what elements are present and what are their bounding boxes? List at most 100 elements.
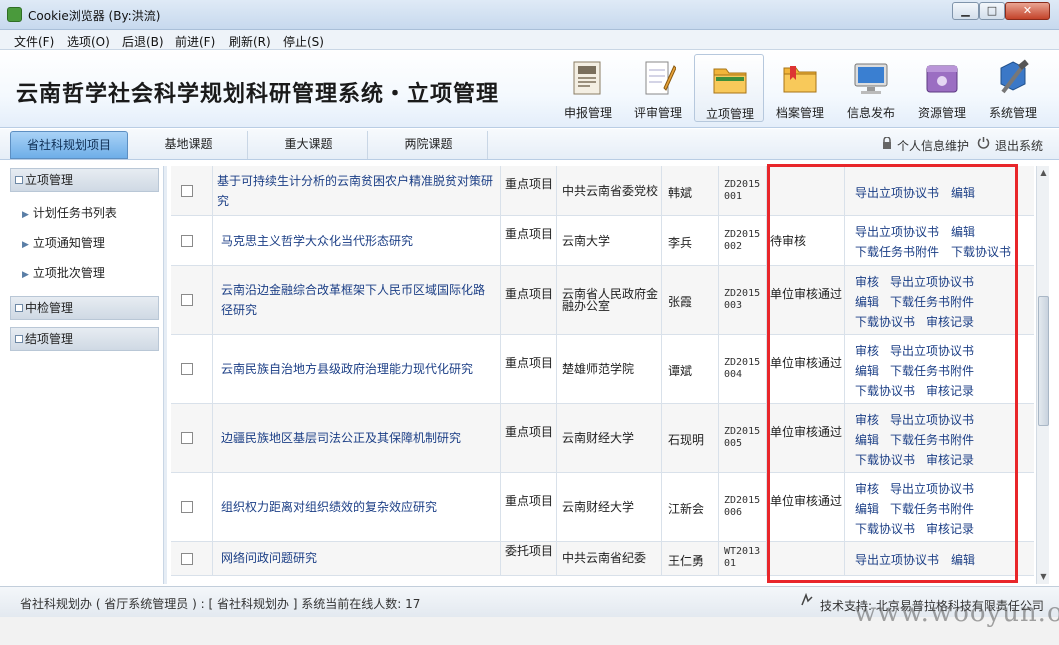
- project-title-link[interactable]: 基于可持续生计分析的云南贫困农户精准脱贫对策研究: [217, 171, 494, 211]
- download-task-attachment-link[interactable]: 下载任务书附件: [890, 500, 974, 517]
- download-agreement-link[interactable]: 下载协议书: [855, 313, 915, 330]
- menu-refresh[interactable]: 刷新(R): [229, 33, 271, 50]
- topnav-system[interactable]: 系统管理: [978, 54, 1048, 122]
- review-record-link[interactable]: 审核记录: [926, 382, 974, 399]
- menu-stop[interactable]: 停止(S): [283, 33, 324, 50]
- scroll-up-icon[interactable]: ▲: [1037, 166, 1050, 180]
- lock-icon: [883, 137, 891, 149]
- row-checkbox[interactable]: [181, 294, 193, 306]
- sidebar-group-label: 中检管理: [25, 301, 74, 315]
- edit-link[interactable]: 编辑: [855, 431, 879, 448]
- menu-back[interactable]: 后退(B): [122, 33, 164, 50]
- topnav-resource[interactable]: 资源管理: [907, 54, 977, 122]
- project-title-link[interactable]: 云南沿边金融综合改革框架下人民币区域国际化路径研究: [221, 280, 494, 320]
- notepad-pencil-icon: [645, 61, 676, 95]
- project-title-link[interactable]: 网络问政问题研究: [221, 548, 494, 568]
- sidebar-item-notice[interactable]: ▶ 立项通知管理: [22, 234, 105, 251]
- topnav-label: 评审管理: [633, 106, 682, 120]
- review-link[interactable]: 审核: [855, 480, 879, 497]
- close-button[interactable]: ✕: [1005, 2, 1050, 20]
- edit-link[interactable]: 编辑: [951, 184, 975, 201]
- menu-options[interactable]: 选项(O): [67, 33, 110, 50]
- row-checkbox[interactable]: [181, 185, 193, 197]
- topnav-apply[interactable]: 申报管理: [553, 54, 623, 122]
- row-checkbox[interactable]: [181, 501, 193, 513]
- review-record-link[interactable]: 审核记录: [926, 451, 974, 468]
- export-agreement-link[interactable]: 导出立项协议书: [855, 551, 939, 568]
- project-title-link[interactable]: 边疆民族地区基层司法公正及其保障机制研究: [221, 428, 494, 448]
- sidebar-item-task-list[interactable]: ▶ 计划任务书列表: [22, 204, 117, 221]
- expand-icon: [15, 335, 23, 343]
- project-leader: 谭斌: [668, 364, 693, 378]
- row-checkbox[interactable]: [181, 363, 193, 375]
- project-leader: 江新会: [668, 502, 705, 516]
- download-task-attachment-link[interactable]: 下载任务书附件: [890, 431, 974, 448]
- folder-icon: [713, 68, 747, 94]
- logout-link[interactable]: 退出系统: [995, 137, 1043, 154]
- project-status: 单位审核通过: [770, 425, 843, 439]
- review-link[interactable]: 审核: [855, 411, 879, 428]
- export-agreement-link[interactable]: 导出立项协议书: [855, 223, 939, 240]
- table-row: 组织权力距离对组织绩效的复杂效应研究 重点项目 云南财经大学 江新会 ZD201…: [171, 473, 1034, 542]
- menu-file[interactable]: 文件(F): [14, 33, 54, 50]
- export-agreement-link[interactable]: 导出立项协议书: [855, 184, 939, 201]
- minimize-button[interactable]: ▁: [952, 2, 979, 20]
- tools-icon: [1000, 59, 1029, 94]
- maximize-button[interactable]: □: [979, 2, 1005, 20]
- scroll-down-icon[interactable]: ▼: [1037, 570, 1050, 584]
- export-agreement-link[interactable]: 导出立项协议书: [890, 480, 974, 497]
- edit-link[interactable]: 编辑: [855, 362, 879, 379]
- tab-base-topic[interactable]: 基地课题: [130, 131, 248, 159]
- download-agreement-link[interactable]: 下载协议书: [951, 243, 1011, 260]
- edit-link[interactable]: 编辑: [951, 223, 975, 240]
- download-task-attachment-link[interactable]: 下载任务书附件: [855, 243, 939, 260]
- download-agreement-link[interactable]: 下载协议书: [855, 382, 915, 399]
- sidebar-item-batch[interactable]: ▶ 立项批次管理: [22, 264, 105, 281]
- newspaper-icon: [573, 61, 601, 95]
- project-type: 重点项目: [505, 356, 554, 370]
- download-agreement-link[interactable]: 下载协议书: [855, 520, 915, 537]
- download-task-attachment-link[interactable]: 下载任务书附件: [890, 293, 974, 310]
- topnav-publish[interactable]: 信息发布: [836, 54, 906, 122]
- row-checkbox[interactable]: [181, 432, 193, 444]
- support-icon: [801, 593, 813, 606]
- tab-major-topic[interactable]: 重大课题: [250, 131, 368, 159]
- row-checkbox[interactable]: [181, 553, 193, 565]
- edit-link[interactable]: 编辑: [855, 293, 879, 310]
- review-link[interactable]: 审核: [855, 273, 879, 290]
- topnav-review[interactable]: 评审管理: [623, 54, 693, 122]
- tab-provincial-project[interactable]: 省社科规划项目: [10, 131, 128, 159]
- profile-link[interactable]: 个人信息维护: [897, 137, 969, 154]
- project-title-link[interactable]: 马克思主义哲学大众化当代形态研究: [221, 231, 494, 251]
- project-org: 云南大学: [562, 234, 611, 248]
- project-code: ZD2015002: [724, 229, 761, 252]
- sidebar-group-project[interactable]: 立项管理: [10, 168, 159, 192]
- project-status: 单位审核通过: [770, 494, 843, 508]
- project-title-link[interactable]: 云南民族自治地方县级政府治理能力现代化研究: [221, 359, 494, 379]
- topnav-project[interactable]: 立项管理: [694, 54, 764, 122]
- project-code: ZD2015003: [724, 288, 761, 311]
- scrollbar-thumb[interactable]: [1038, 296, 1049, 426]
- project-title-link[interactable]: 组织权力距离对组织绩效的复杂效应研究: [221, 497, 494, 517]
- edit-link[interactable]: 编辑: [951, 551, 975, 568]
- review-link[interactable]: 审核: [855, 342, 879, 359]
- tab-two-academies[interactable]: 两院课题: [370, 131, 488, 159]
- export-agreement-link[interactable]: 导出立项协议书: [890, 273, 974, 290]
- export-agreement-link[interactable]: 导出立项协议书: [890, 411, 974, 428]
- review-record-link[interactable]: 审核记录: [926, 313, 974, 330]
- review-record-link[interactable]: 审核记录: [926, 520, 974, 537]
- arrow-right-icon: ▶: [22, 240, 29, 250]
- download-agreement-link[interactable]: 下载协议书: [855, 451, 915, 468]
- edit-link[interactable]: 编辑: [855, 500, 879, 517]
- menu-bar: 文件(F) 选项(O) 后退(B) 前进(F) 刷新(R) 停止(S): [0, 30, 1059, 50]
- topnav-archive[interactable]: 档案管理: [765, 54, 835, 122]
- export-agreement-link[interactable]: 导出立项协议书: [890, 342, 974, 359]
- sidebar-group-midcheck[interactable]: 中检管理: [10, 296, 159, 320]
- row-checkbox[interactable]: [181, 235, 193, 247]
- menu-forward[interactable]: 前进(F): [175, 33, 215, 50]
- sidebar-group-closing[interactable]: 结项管理: [10, 327, 159, 351]
- vertical-scrollbar[interactable]: ▲ ▼: [1036, 166, 1049, 584]
- download-task-attachment-link[interactable]: 下载任务书附件: [890, 362, 974, 379]
- window-titlebar[interactable]: Cookie浏览器 (By:洪流) ▁ □ ✕: [0, 0, 1059, 30]
- arrow-right-icon: ▶: [22, 210, 29, 220]
